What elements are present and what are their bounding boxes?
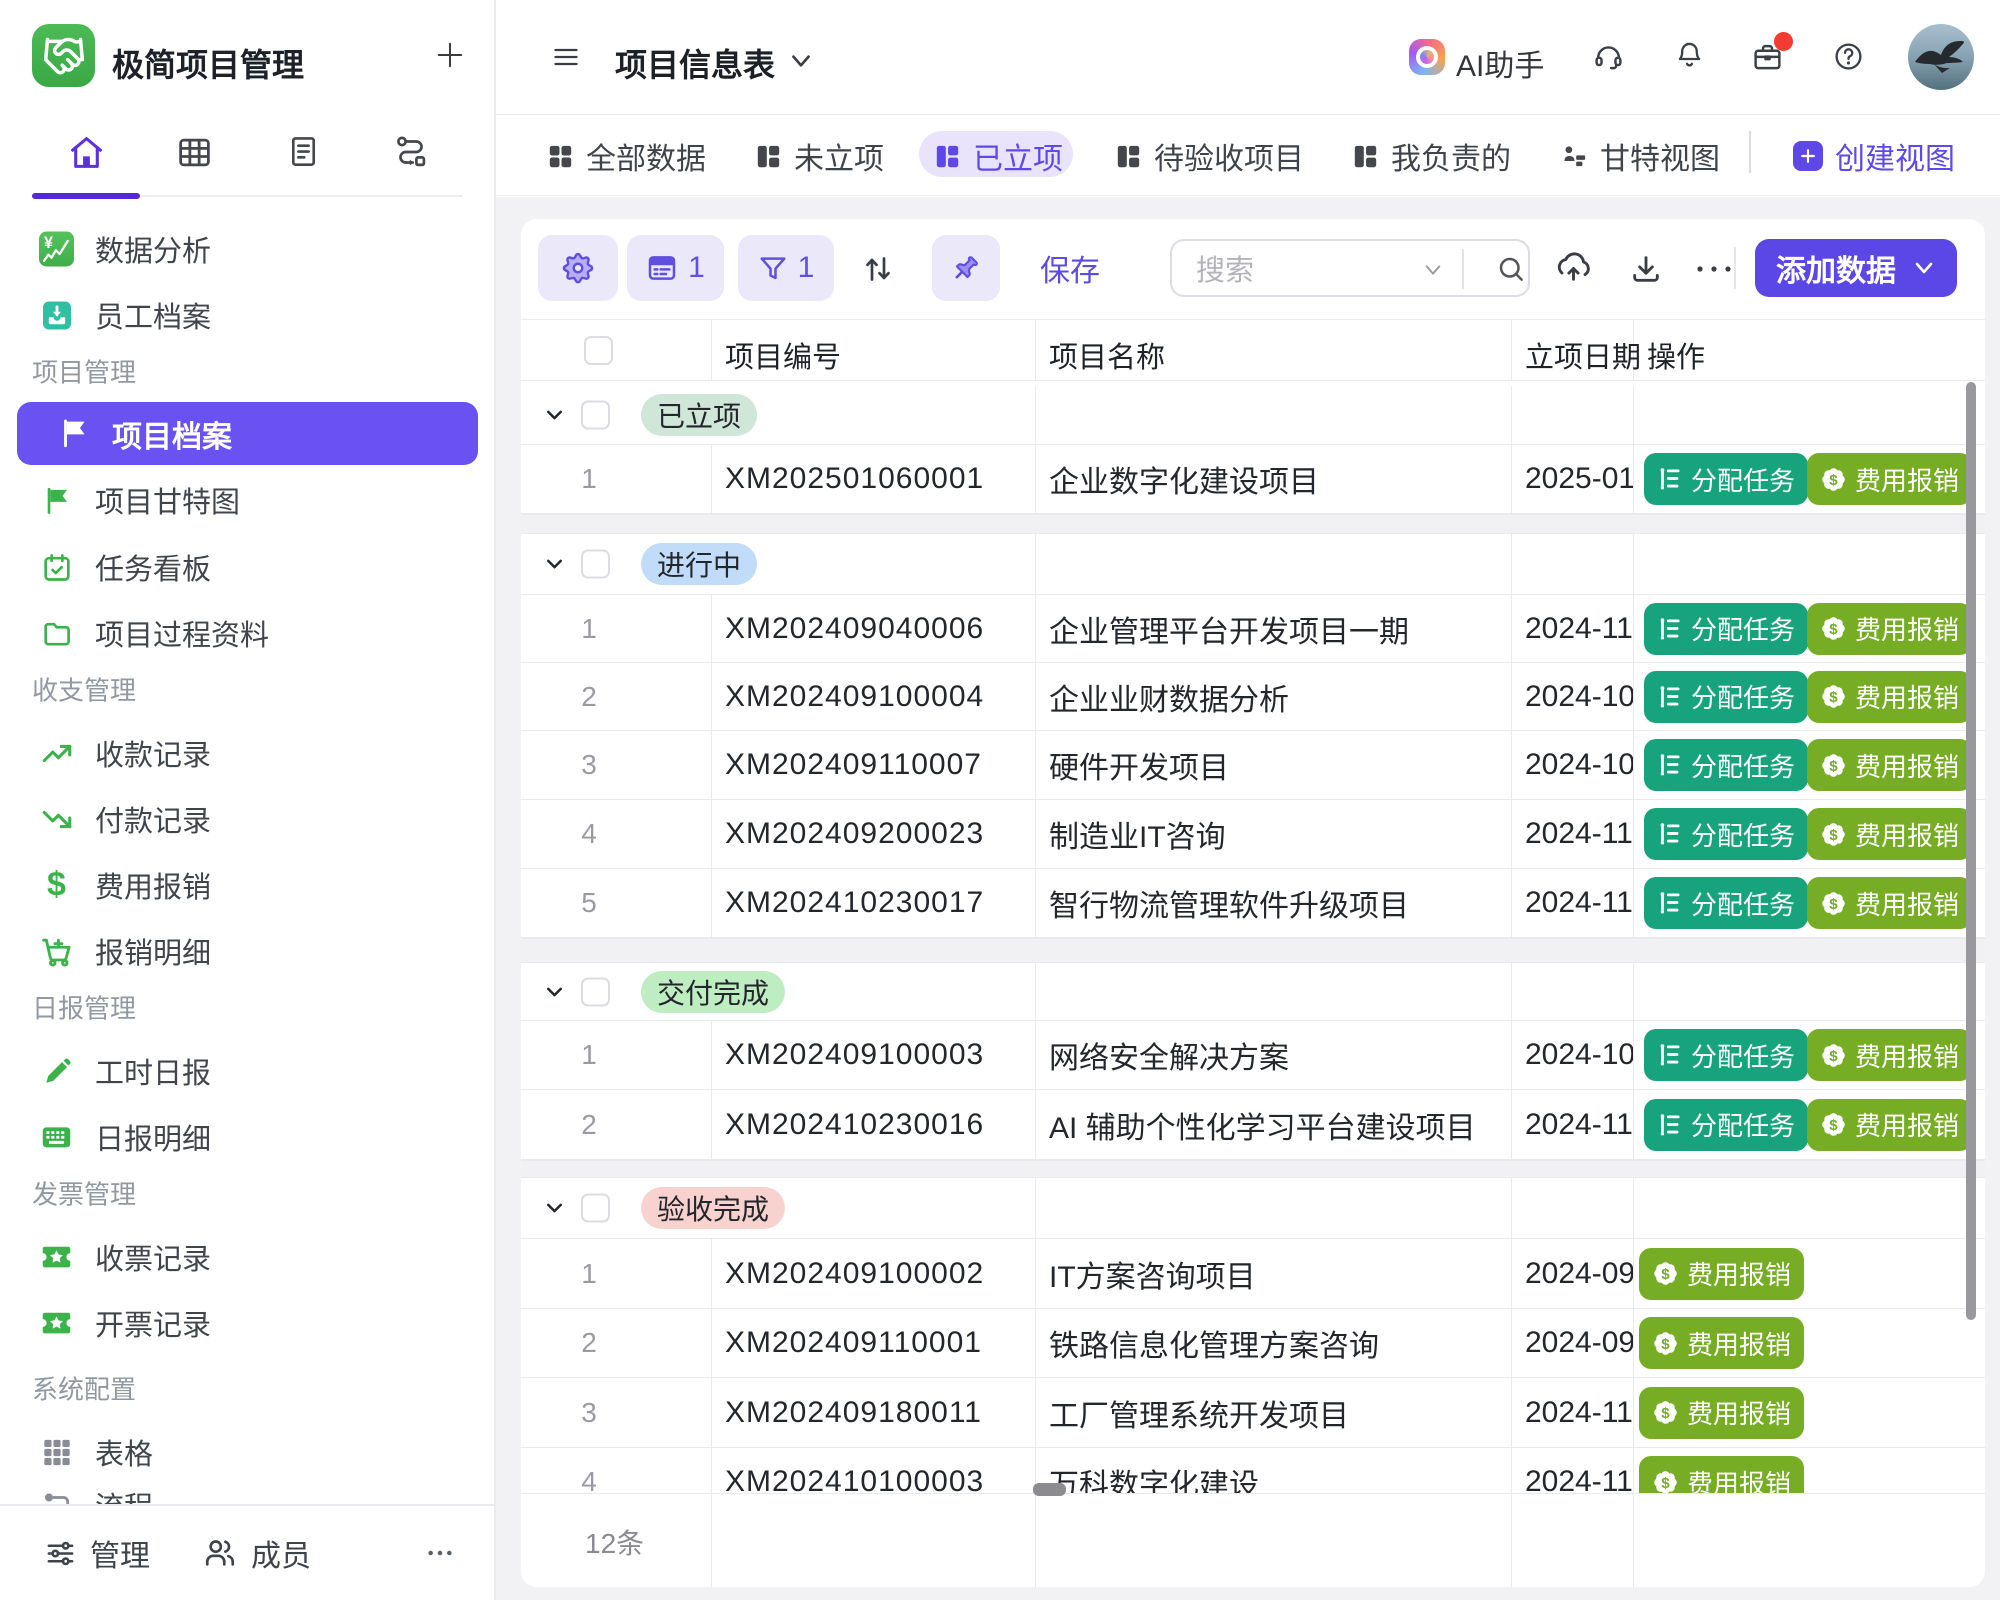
svg-text:$: $: [1829, 826, 1838, 843]
svg-text:$: $: [1661, 1266, 1670, 1283]
svg-text:$: $: [1829, 895, 1838, 912]
svg-text:$: $: [1829, 757, 1838, 774]
svg-text:$: $: [1661, 1335, 1670, 1352]
svg-text:$: $: [1661, 1474, 1670, 1491]
svg-text:¥: ¥: [44, 234, 53, 252]
svg-text:$: $: [1829, 471, 1838, 488]
svg-text:$: $: [1829, 621, 1838, 638]
svg-text:$: $: [1661, 1405, 1670, 1422]
svg-text:$: $: [1829, 1047, 1838, 1064]
svg-text:$: $: [1829, 689, 1838, 706]
svg-text:$: $: [1829, 1117, 1838, 1134]
